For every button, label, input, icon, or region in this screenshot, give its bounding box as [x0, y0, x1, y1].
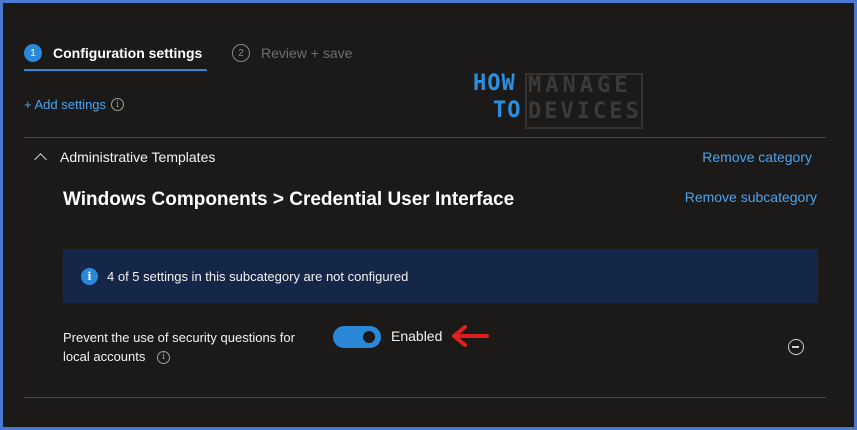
setting-label-text: Prevent the use of security questions fo… [63, 330, 295, 364]
setting-label: Prevent the use of security questions fo… [63, 328, 323, 366]
watermark-logo: HOW TO MANAGE DEVICES [473, 71, 645, 131]
subcategory-title: Windows Components > Credential User Int… [63, 189, 515, 210]
info-banner: i 4 of 5 settings in this subcategory ar… [63, 249, 818, 303]
remove-category-link[interactable]: Remove category [702, 149, 812, 165]
remove-subcategory-link[interactable]: Remove subcategory [685, 189, 817, 205]
info-icon[interactable]: i [157, 351, 171, 365]
add-settings-link[interactable]: + Add settings i [24, 97, 125, 112]
toggle-knob [363, 331, 375, 343]
tab-label: Review + save [261, 45, 353, 61]
info-icon: i [81, 267, 98, 285]
toggle-status-label: Enabled [391, 328, 443, 344]
active-tab-indicator [24, 69, 207, 71]
logo-text-to: TO [493, 98, 522, 123]
tab-configuration-settings[interactable]: 1 Configuration settings [24, 37, 202, 69]
step-number-badge: 1 [24, 44, 42, 62]
logo-text-how: HOW [473, 71, 516, 96]
category-header[interactable]: Administrative Templates [34, 149, 216, 166]
remove-setting-icon[interactable] [788, 339, 804, 355]
tab-review-save[interactable]: 2 Review + save [232, 37, 352, 69]
category-title: Administrative Templates [60, 149, 216, 165]
step-number-badge: 2 [232, 44, 250, 62]
config-panel: 1 Configuration settings 2 Review + save… [3, 3, 854, 427]
banner-text: 4 of 5 settings in this subcategory are … [107, 268, 409, 284]
logo-text-manage: MANAGE [528, 73, 632, 98]
add-settings-label: + Add settings [24, 97, 107, 112]
divider [24, 397, 826, 398]
tab-label: Configuration settings [53, 45, 203, 61]
chevron-up-icon[interactable] [34, 153, 47, 166]
info-icon[interactable]: i [111, 98, 125, 111]
divider [24, 137, 826, 138]
logo-text-devices: DEVICES [528, 99, 642, 124]
setting-toggle[interactable] [333, 326, 381, 348]
arrow-left-icon [452, 325, 489, 347]
